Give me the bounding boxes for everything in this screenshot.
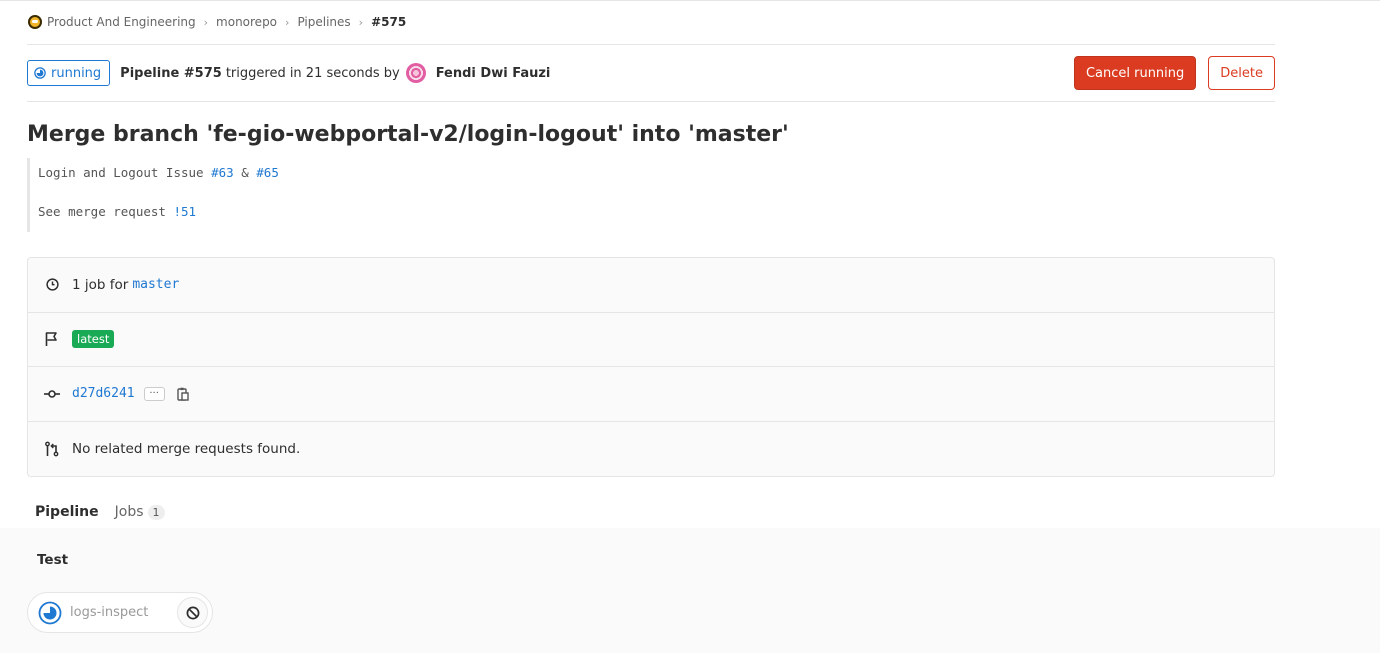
page-content: Product And Engineering › monorepo › Pip… [27, 0, 1275, 533]
breadcrumb-pipelines[interactable]: Pipelines [297, 15, 350, 29]
commit-description: Login and Logout Issue #63 & #65 See mer… [27, 158, 1275, 232]
status-running-icon [34, 67, 46, 79]
latest-badge: latest [72, 330, 115, 349]
branch-link[interactable]: master [132, 277, 179, 292]
description-text: See merge request [38, 204, 166, 219]
no-merge-requests-text: No related merge requests found. [72, 440, 301, 457]
pipeline-summary: Pipeline #575 triggered in 21 seconds by… [120, 63, 550, 83]
status-label: running [51, 65, 102, 81]
cancel-running-button[interactable]: Cancel running [1073, 56, 1197, 90]
chevron-right-icon: › [285, 15, 290, 29]
status-running-icon [38, 601, 62, 624]
tab-jobs-label: Jobs [114, 504, 144, 520]
tab-pipeline[interactable]: Pipeline [27, 492, 107, 533]
info-row-tags: latest [28, 313, 1274, 367]
pipeline-header: running Pipeline #575 triggered in 21 se… [27, 45, 1275, 102]
issue-link-65[interactable]: #65 [256, 165, 279, 180]
stage-title: Test [37, 552, 69, 568]
user-name[interactable]: Fendi Dwi Fauzi [436, 66, 551, 81]
jobs-count-badge: 1 [147, 504, 165, 520]
breadcrumb-group[interactable]: Product And Engineering [47, 15, 196, 29]
pipeline-tabs: Pipeline Jobs 1 [27, 492, 1275, 533]
pipeline-label: Pipeline #575 [120, 65, 222, 81]
user-avatar[interactable] [405, 63, 426, 83]
expand-commit-button[interactable]: ··· [143, 386, 165, 401]
clock-icon [44, 277, 60, 293]
description-text: Login and Logout Issue [38, 165, 204, 180]
tab-pipeline-label: Pipeline [35, 503, 99, 520]
flag-icon [44, 331, 60, 347]
merge-request-icon [44, 441, 60, 457]
header-actions: Cancel running Delete [1073, 56, 1275, 90]
triggered-text: triggered in 21 seconds by [225, 65, 400, 81]
jobs-count-text: 1 job for [72, 276, 129, 293]
info-row-commit: d27d6241 ··· [28, 367, 1274, 422]
commit-sha-link[interactable]: d27d6241 [72, 386, 135, 401]
commit-title: Merge branch 'fe-gio-webportal-v2/login-… [27, 122, 789, 147]
description-line-2: See merge request !51 [38, 203, 1275, 221]
merge-request-link[interactable]: !51 [173, 204, 196, 219]
commit-icon [44, 386, 60, 402]
job-item[interactable]: logs-inspect [27, 592, 213, 633]
tab-jobs[interactable]: Jobs 1 [107, 492, 173, 532]
group-avatar-icon[interactable] [28, 15, 42, 29]
status-badge[interactable]: running [27, 60, 111, 86]
job-name[interactable]: logs-inspect [70, 605, 148, 620]
breadcrumb-project[interactable]: monorepo [216, 15, 277, 29]
pipeline-graph: Test logs-inspect [0, 528, 1380, 653]
issue-link-63[interactable]: #63 [211, 165, 234, 180]
chevron-right-icon: › [358, 15, 364, 29]
delete-button[interactable]: Delete [1208, 56, 1275, 90]
info-row-merge-requests: No related merge requests found. [28, 422, 1274, 477]
info-row-jobs: 1 job for master [28, 258, 1274, 313]
description-line-1: Login and Logout Issue #63 & #65 [38, 164, 1275, 182]
cancel-job-icon[interactable] [177, 597, 208, 628]
breadcrumb: Product And Engineering › monorepo › Pip… [27, 0, 1275, 45]
chevron-right-icon: › [203, 15, 209, 29]
copy-icon[interactable] [176, 386, 190, 402]
breadcrumb-current[interactable]: #575 [371, 15, 406, 29]
pipeline-info-box: 1 job for master latest d27d6241 ··· No … [27, 257, 1275, 477]
ampersand-text: & [241, 165, 249, 180]
